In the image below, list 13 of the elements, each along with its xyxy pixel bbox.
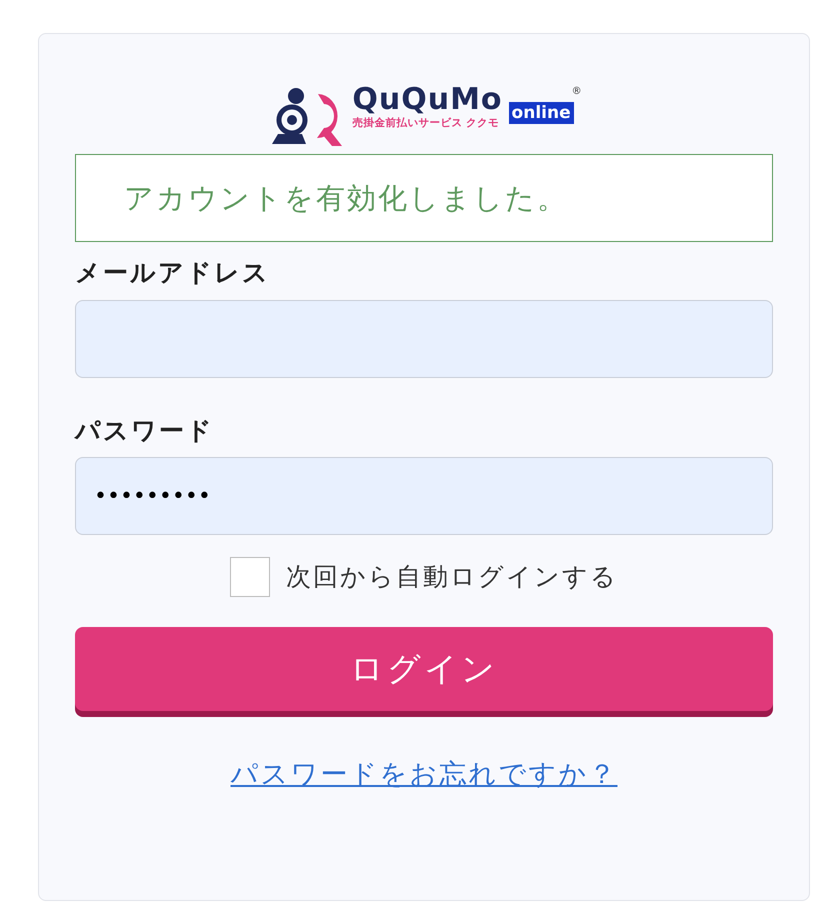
field-label: メールアドレス <box>75 257 271 289</box>
field-label: パスワード <box>75 414 215 446</box>
login-button[interactable]: ログイン <box>75 627 773 711</box>
remember-label[interactable]: 次回から自動ログインする <box>286 558 618 596</box>
registered-mark: ® <box>572 85 582 99</box>
logo-tagline: 売掛金前払いサービス ククモ <box>352 116 500 130</box>
online-badge: online <box>508 102 574 124</box>
forgot-password-link[interactable]: パスワードをお忘れですか？ <box>230 759 618 790</box>
brand-name: QuQuMo <box>352 84 503 116</box>
success-message: アカウントを有効化しました。 <box>75 154 773 242</box>
remember-checkbox[interactable] <box>230 557 270 597</box>
email-field[interactable] <box>75 300 773 378</box>
password-field[interactable]: ••••••••• <box>75 457 773 535</box>
